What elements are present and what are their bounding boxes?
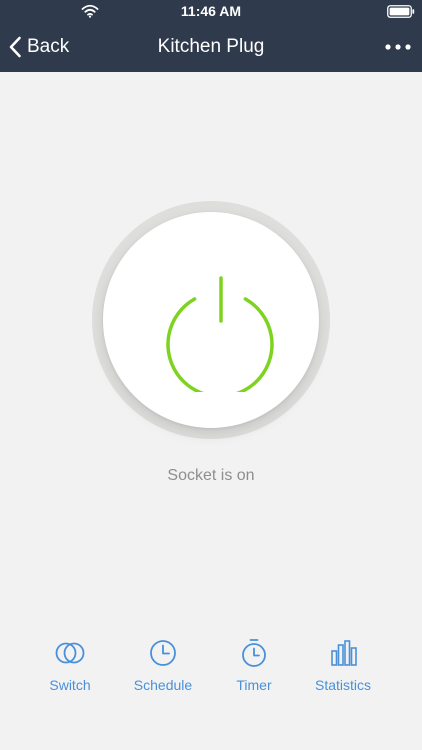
tab-statistics[interactable]: Statistics xyxy=(298,630,388,700)
power-control xyxy=(92,201,330,439)
tab-switch[interactable]: Switch xyxy=(25,630,115,700)
switch-icon xyxy=(55,642,85,664)
tab-switch-label: Switch xyxy=(49,677,91,693)
tab-timer[interactable]: Timer xyxy=(209,630,299,700)
clock-icon xyxy=(150,640,176,666)
screen: 11:46 AM Back Kitchen Plug Socket is on … xyxy=(0,0,422,750)
status-time: 11:46 AM xyxy=(180,3,242,19)
header: 11:46 AM Back Kitchen Plug xyxy=(0,0,422,72)
page-title: Kitchen Plug xyxy=(157,36,265,57)
tab-schedule[interactable]: Schedule xyxy=(118,630,208,700)
nav-bar: Back Kitchen Plug xyxy=(0,22,422,72)
battery-icon xyxy=(387,5,415,18)
more-options-icon[interactable] xyxy=(382,36,414,58)
tab-statistics-label: Statistics xyxy=(314,677,371,693)
tab-timer-label: Timer xyxy=(236,677,272,693)
bar-chart-icon xyxy=(331,640,357,666)
status-bar: 11:46 AM xyxy=(0,0,422,22)
power-button[interactable] xyxy=(103,212,319,428)
tab-bar: Switch Schedule Timer Statistics xyxy=(0,630,422,700)
tab-schedule-label: Schedule xyxy=(133,677,193,693)
power-icon xyxy=(166,276,274,392)
socket-status-text: Socket is on xyxy=(167,467,255,484)
stopwatch-icon xyxy=(242,639,266,667)
